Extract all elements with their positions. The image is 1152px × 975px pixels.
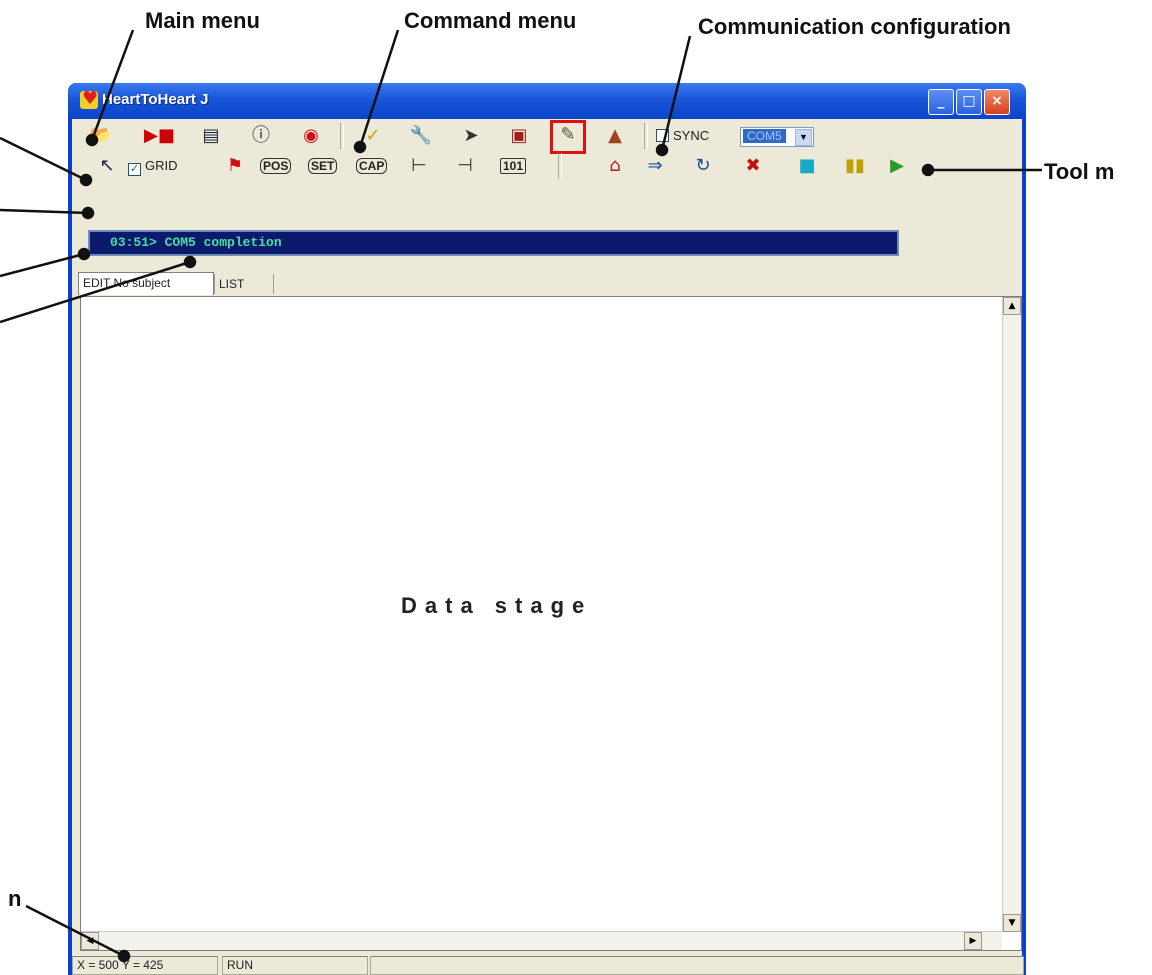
leader-left-3 [0,252,85,278]
leader-communication-configuration [660,35,692,151]
leader-left-1 [0,136,87,182]
leader-left-2 [0,208,89,215]
leader-left-n [25,904,125,958]
leader-command-menu [358,29,400,148]
leader-left-4 [0,260,191,324]
callout-leader-lines [0,29,1042,963]
leader-main-menu [90,29,135,141]
